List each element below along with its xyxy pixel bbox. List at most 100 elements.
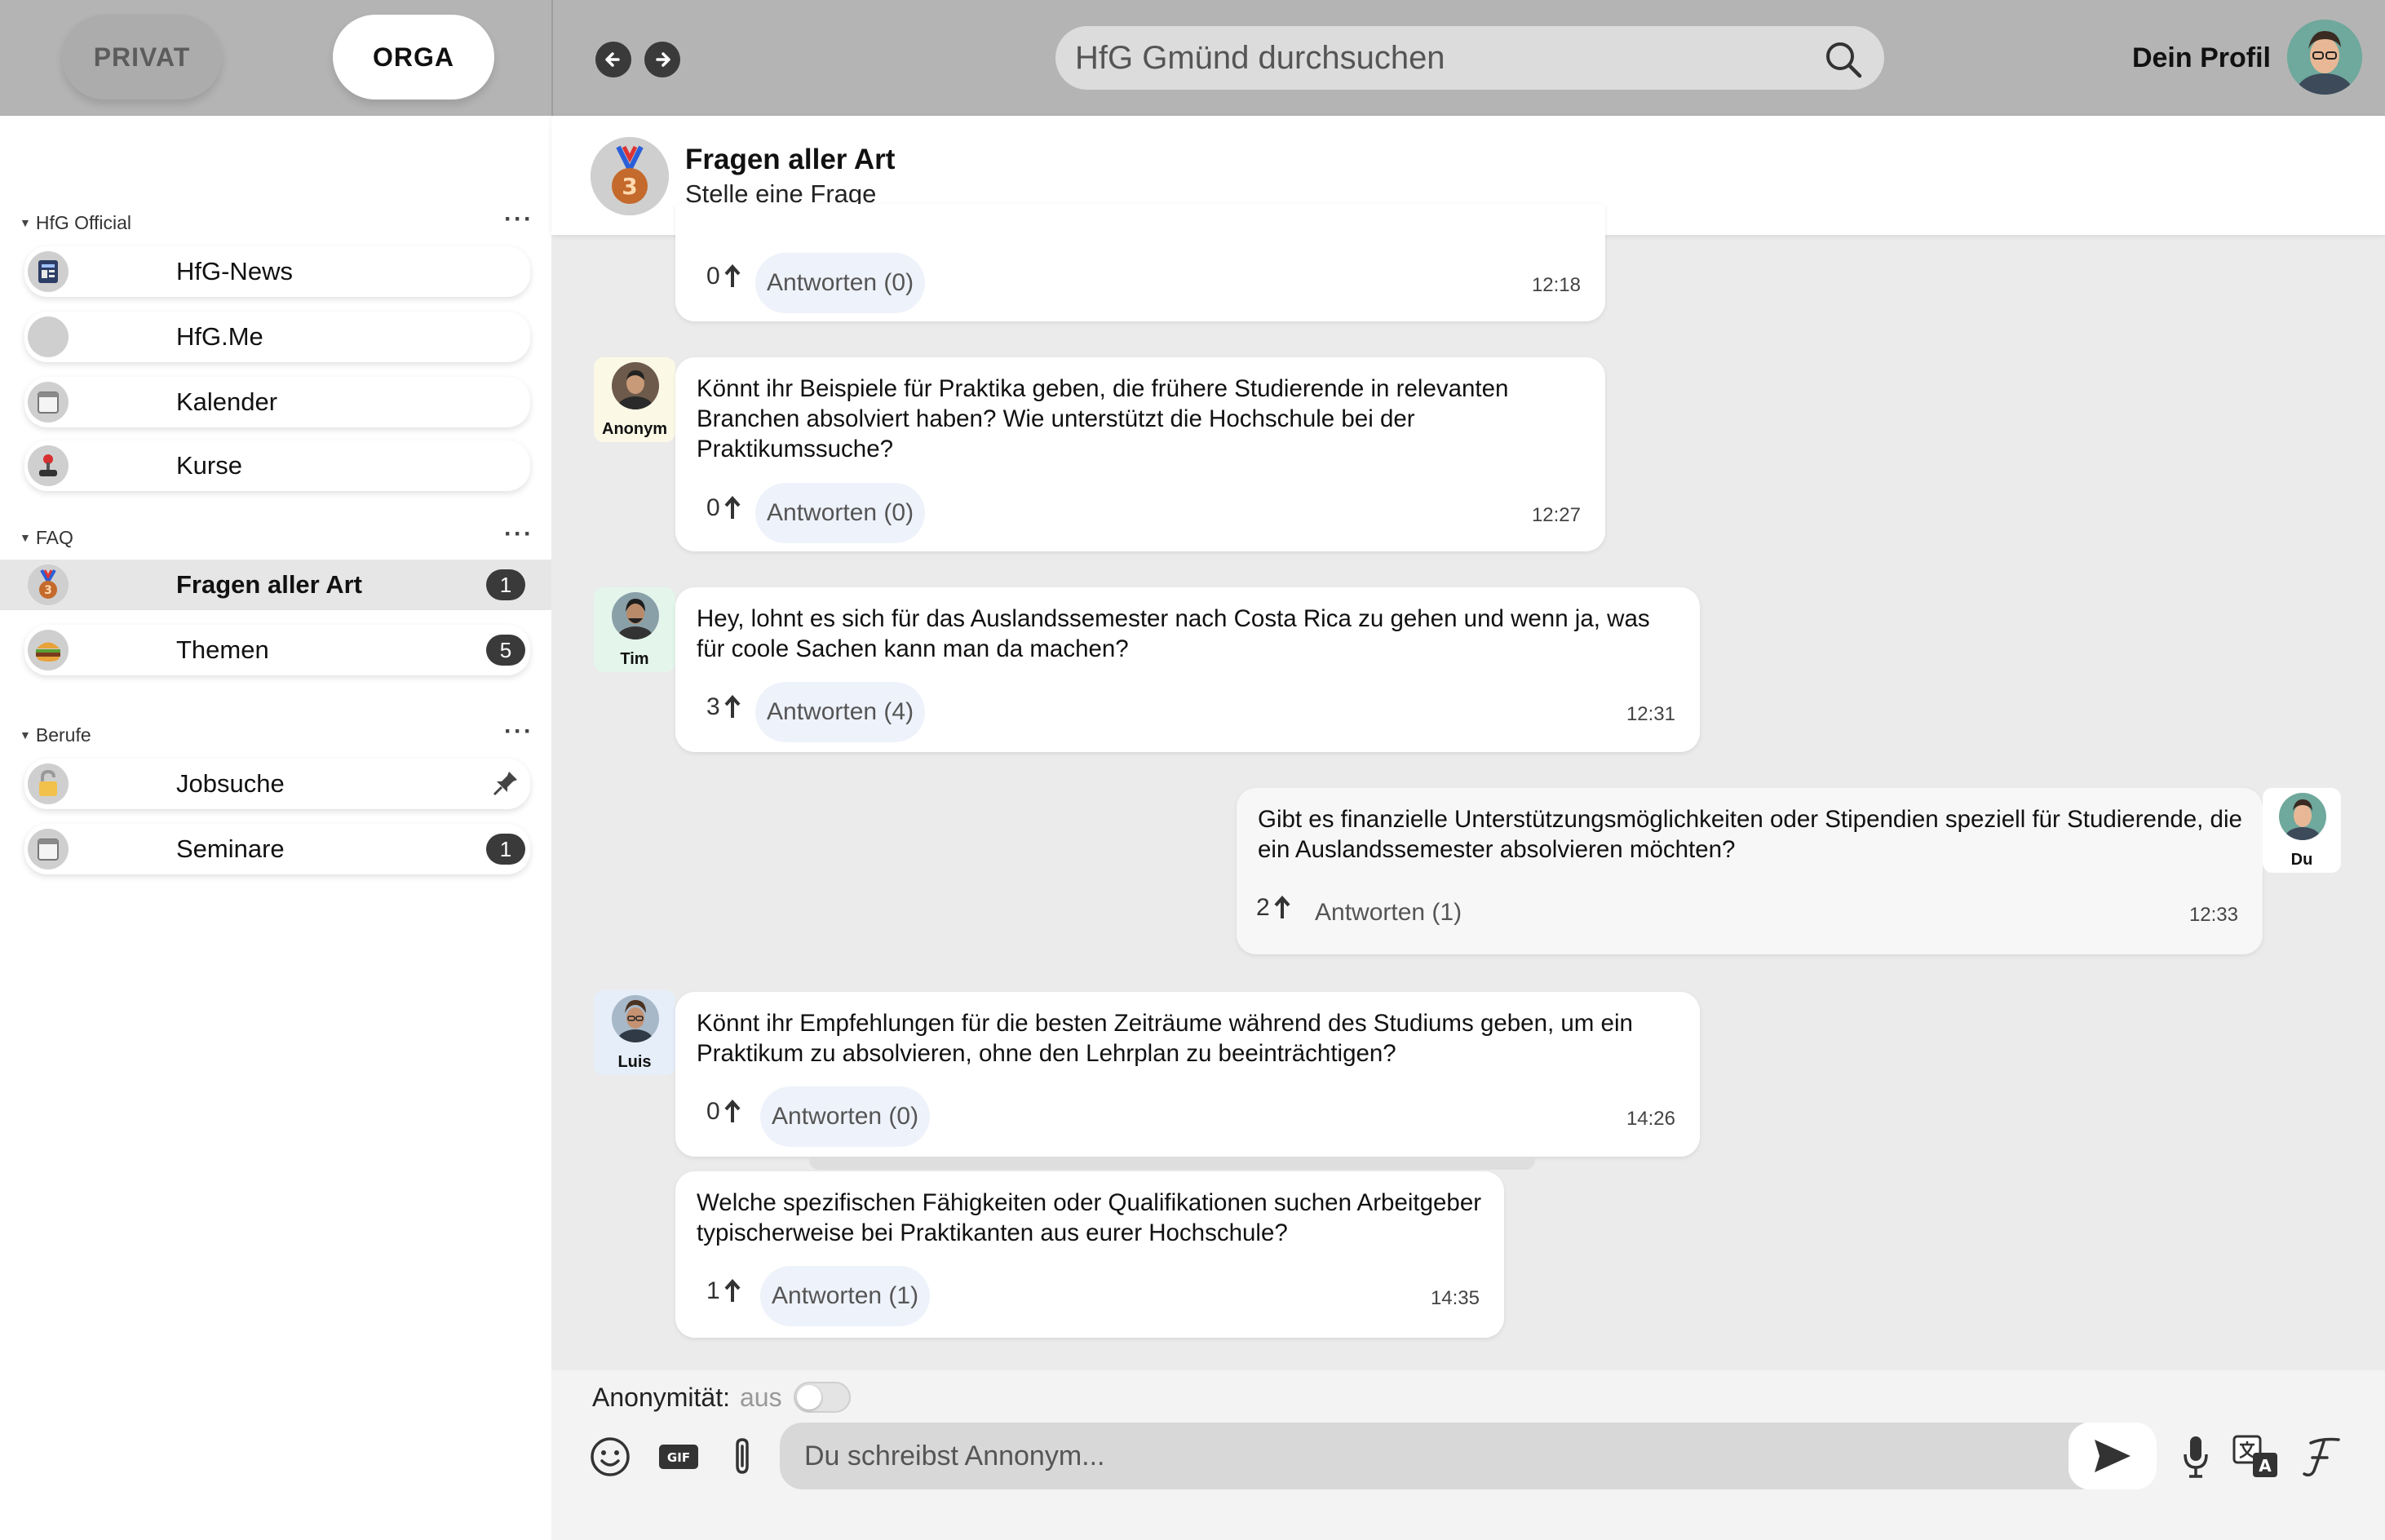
own-message-bubble: Gibt es finanzielle Unterstützungsmöglic… xyxy=(1237,788,2263,954)
more-options-icon[interactable]: ··· xyxy=(504,718,533,746)
upvote-button[interactable]: 3 xyxy=(706,693,741,721)
arrow-up-icon xyxy=(724,264,741,287)
arrow-up-icon xyxy=(724,496,741,519)
sidebar-item-label: Themen xyxy=(176,635,269,664)
message-text: Welche spezifischen Fähigkeiten oder Qua… xyxy=(697,1189,1482,1246)
tab-privat[interactable]: PRIVAT xyxy=(62,15,222,100)
reply-button[interactable]: Antworten (0) xyxy=(760,1086,931,1147)
avatar-photo xyxy=(612,362,659,409)
attach-button[interactable] xyxy=(718,1432,767,1481)
upvote-button[interactable]: 0 xyxy=(706,1098,741,1126)
own-avatar[interactable]: Du xyxy=(2263,788,2341,873)
vote-count: 3 xyxy=(706,693,720,720)
microphone-button[interactable] xyxy=(2171,1432,2220,1481)
reply-button[interactable]: Antworten (1) xyxy=(760,1266,931,1326)
pin-icon[interactable] xyxy=(489,767,522,799)
upvote-button[interactable]: 0 xyxy=(706,263,741,290)
arrow-left-icon xyxy=(605,52,620,67)
anonymity-state: aus xyxy=(739,1382,782,1412)
more-options-icon[interactable]: ··· xyxy=(504,520,533,548)
sidebar-tabbar: PRIVAT ORGA xyxy=(0,0,551,116)
message-placeholder: Du schreibst Annonym... xyxy=(804,1440,1105,1471)
author-avatar[interactable]: Anonym xyxy=(594,357,675,442)
message-time: 12:31 xyxy=(1626,703,1675,725)
message-text: Könnt ihr Beispiele für Praktika geben, … xyxy=(697,375,1509,462)
author-avatar[interactable]: Tim xyxy=(594,587,675,672)
upvote-button[interactable]: 2 xyxy=(1256,894,1291,922)
profile-avatar[interactable] xyxy=(2287,20,2362,95)
caret-down-icon: ▼ xyxy=(20,531,31,544)
blank-avatar-icon xyxy=(28,316,69,357)
sidebar-item-themen[interactable]: Themen 5 xyxy=(24,625,530,675)
search-icon[interactable] xyxy=(1822,38,1865,81)
anonymity-row: Anonymität: aus xyxy=(592,1382,851,1413)
message-bubble: Welche spezifischen Fähigkeiten oder Qua… xyxy=(675,1171,1504,1338)
search-placeholder: HfG Gmünd durchsuchen xyxy=(1075,39,1445,76)
upvote-button[interactable]: 1 xyxy=(706,1277,741,1305)
anonymity-toggle[interactable] xyxy=(793,1382,851,1413)
sidebar-item-hfg-news[interactable]: HfG-News xyxy=(24,246,530,297)
sidebar-item-kalender[interactable]: Kalender xyxy=(24,377,530,427)
svg-text:A: A xyxy=(2259,1456,2272,1476)
section-header-faq[interactable]: ▼ FAQ ··· xyxy=(20,520,533,551)
section-title: Berufe xyxy=(35,724,91,746)
translate-button[interactable]: A xyxy=(2232,1432,2281,1481)
composer: Anonymität: aus GIF Du schreibst Annonym… xyxy=(551,1370,2385,1540)
sidebar-item-jobsuche[interactable]: Jobsuche xyxy=(24,759,530,809)
author-name: Tim xyxy=(620,650,649,668)
more-options-icon[interactable]: ··· xyxy=(504,206,533,233)
arrow-right-icon xyxy=(656,52,670,67)
sidebar-item-seminare[interactable]: Seminare 1 xyxy=(24,824,530,874)
vote-count: 0 xyxy=(706,263,720,290)
message-time: 14:26 xyxy=(1626,1108,1675,1130)
message-bubble: 0 Antworten (0) 12:18 xyxy=(675,204,1605,321)
text-format-button[interactable] xyxy=(2297,1432,2346,1481)
emoji-button[interactable] xyxy=(586,1432,635,1481)
sidebar-item-label: Fragen aller Art xyxy=(176,570,362,599)
reply-button[interactable]: Antworten (0) xyxy=(755,483,926,543)
vote-count: 0 xyxy=(706,494,720,521)
arrow-up-icon xyxy=(724,695,741,718)
avatar-photo xyxy=(612,995,659,1042)
calendar-icon xyxy=(28,829,69,870)
avatar-photo xyxy=(2279,793,2326,840)
upvote-button[interactable]: 0 xyxy=(706,494,741,522)
search-input[interactable]: HfG Gmünd durchsuchen xyxy=(1055,26,1884,90)
message-text: Könnt ihr Empfehlungen für die besten Ze… xyxy=(697,1010,1633,1067)
sidebar-item-kurse[interactable]: Kurse xyxy=(24,440,530,491)
author-avatar[interactable]: Luis xyxy=(594,990,675,1075)
section-header-hfg-official[interactable]: ▼ HfG Official ··· xyxy=(20,206,533,237)
send-button[interactable] xyxy=(2069,1423,2157,1489)
reply-button[interactable]: Antworten (4) xyxy=(755,682,926,742)
message-time: 12:18 xyxy=(1531,274,1581,296)
unread-badge: 1 xyxy=(486,834,525,865)
sidebar-item-fragen-aller-art[interactable]: 3 Fragen aller Art 1 xyxy=(0,560,551,610)
message-input[interactable]: Du schreibst Annonym... xyxy=(780,1423,2103,1489)
sidebar-item-label: Jobsuche xyxy=(176,769,285,798)
sidebar-item-label: HfG.Me xyxy=(176,322,263,351)
sidebar-item-label: HfG-News xyxy=(176,257,293,285)
reply-button[interactable]: Antworten (0) xyxy=(755,253,926,313)
medal-number: 3 xyxy=(622,173,637,200)
avatar-photo xyxy=(612,592,659,639)
reply-button[interactable]: Antworten (1) xyxy=(1303,883,1473,943)
calendar-icon xyxy=(28,382,69,423)
message-time: 12:27 xyxy=(1531,504,1581,526)
message-text: Gibt es finanzielle Unterstützungsmöglic… xyxy=(1258,806,2242,863)
sidebar-item-hfg-me[interactable]: HfG.Me xyxy=(24,312,530,362)
thread-connector xyxy=(809,1157,1535,1170)
joystick-icon xyxy=(28,445,69,486)
sidebar: PRIVAT ORGA ▼ HfG Official ··· HfG-News … xyxy=(0,0,551,1540)
back-button[interactable] xyxy=(595,42,631,77)
newspaper-icon xyxy=(28,251,69,292)
message-bubble: Hey, lohnt es sich für das Auslandssemes… xyxy=(675,587,1700,752)
gif-icon: GIF xyxy=(659,1445,698,1469)
profile-link[interactable]: Dein Profil xyxy=(2132,0,2271,116)
forward-button[interactable] xyxy=(644,42,680,77)
section-header-berufe[interactable]: ▼ Berufe ··· xyxy=(20,718,533,749)
message-text: Hey, lohnt es sich für das Auslandssemes… xyxy=(697,605,1650,662)
tab-orga[interactable]: ORGA xyxy=(333,15,494,100)
gif-button[interactable]: GIF xyxy=(654,1432,703,1481)
translate-icon: A xyxy=(2232,1435,2277,1477)
send-icon xyxy=(2095,1440,2131,1472)
